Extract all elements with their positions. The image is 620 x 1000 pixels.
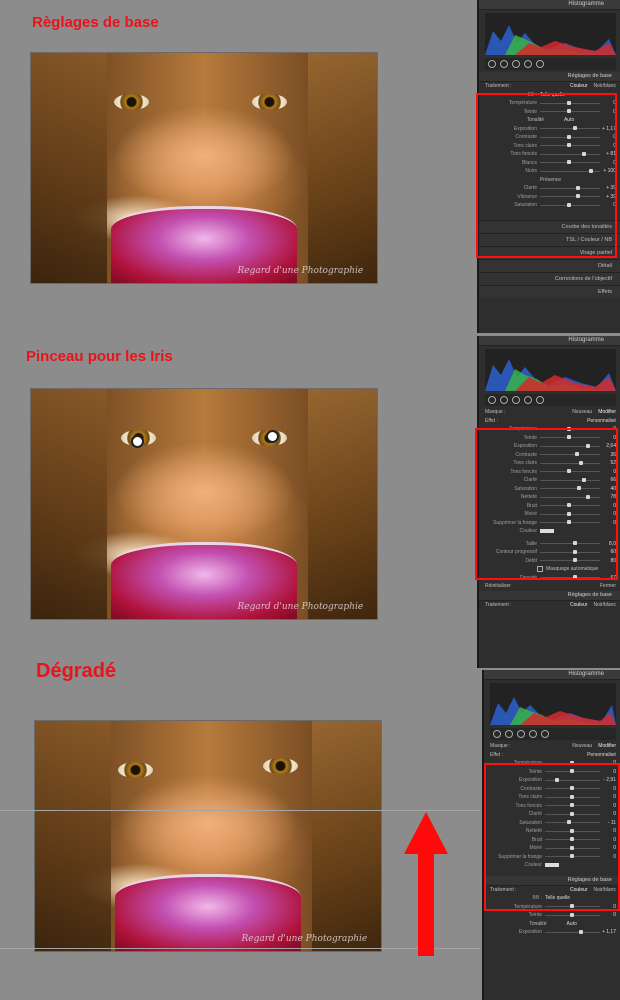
slider-thumb[interactable] <box>579 929 584 934</box>
photo-basic: Regard d'une Photographie <box>30 52 378 284</box>
arrow-up-icon <box>404 812 448 956</box>
mask-new[interactable]: Nouveau <box>572 743 592 749</box>
tone-row: Tonalité Auto <box>484 920 620 929</box>
reset-button[interactable]: Réinitialiser <box>485 582 511 591</box>
mask-label: Masque : <box>490 743 511 749</box>
photo-gradient: Regard d'une Photographie <box>34 720 382 952</box>
tone-label: Tonalité <box>529 920 547 927</box>
crop-tool-icon[interactable] <box>493 730 501 738</box>
redeye-tool-icon[interactable] <box>517 730 525 738</box>
basic-panel-title[interactable]: Réglages de base <box>479 590 620 601</box>
tool-strip <box>485 58 616 70</box>
histogram-graph <box>490 697 616 725</box>
treatment-bw[interactable]: Noir/blanc <box>593 83 616 89</box>
photo-signature: Regard d'une Photographie <box>241 934 368 945</box>
brush-footer: Réinitialiser Fermer <box>479 582 620 591</box>
effect-label: Effet : <box>485 417 498 424</box>
heading-gradient: Dégradé <box>36 660 117 682</box>
brush-tool-icon[interactable] <box>536 60 544 68</box>
treatment-bw[interactable]: Noir/blanc <box>593 602 616 608</box>
slider-label: Exposition <box>518 929 542 935</box>
mask-label: Masque : <box>485 409 506 415</box>
tool-strip <box>485 394 616 406</box>
histogram <box>490 683 616 725</box>
slider-track[interactable] <box>545 912 600 917</box>
collapsed-panel[interactable]: Effets <box>479 284 620 298</box>
mask-row: Masque : Nouveau Modifier <box>484 742 620 751</box>
left-eye <box>114 94 149 111</box>
effect-label: Effet : <box>490 751 503 758</box>
collapsed-panel[interactable]: Corrections de l'objectif <box>479 271 620 285</box>
treatment-row: Traitement : Couleur Noir/blanc <box>479 601 620 610</box>
mask-new[interactable]: Nouveau <box>572 409 592 415</box>
auto-button[interactable]: Auto <box>566 920 576 929</box>
treatment-label: Traitement : <box>485 601 512 608</box>
heading-iris-brush: Pinceau pour les Iris <box>26 348 173 365</box>
histogram-graph <box>485 359 616 391</box>
histogram-title: Histogramme <box>484 670 620 680</box>
histogram <box>485 349 616 391</box>
crop-tool-icon[interactable] <box>488 60 496 68</box>
mask-row: Masque : Nouveau Modifier <box>479 408 620 417</box>
spot-tool-icon[interactable] <box>500 396 508 404</box>
highlight-box-2 <box>475 428 618 580</box>
histogram-title: Histogramme <box>479 336 620 346</box>
exposure-row: Exposition + 1,17 <box>484 928 620 937</box>
crop-tool-icon[interactable] <box>488 396 496 404</box>
slider-track[interactable] <box>545 929 600 934</box>
highlight-box-1 <box>476 93 617 258</box>
slider-value: + 1,17 <box>601 929 616 935</box>
redeye-tool-icon[interactable] <box>512 60 520 68</box>
hair-left <box>31 53 108 283</box>
hair-right <box>307 389 377 619</box>
heading-basic-settings: Règlages de base <box>32 14 159 31</box>
spot-tool-icon[interactable] <box>500 60 508 68</box>
redeye-tool-icon[interactable] <box>512 396 520 404</box>
slider-row: Teinte 0 <box>484 911 620 920</box>
highlight-box-3 <box>484 763 620 911</box>
effect-row: Effet : Personnalisé <box>479 417 620 426</box>
gradient-tool-icon[interactable] <box>524 396 532 404</box>
hair-left <box>31 389 108 619</box>
histogram-title: Histogramme <box>479 0 620 10</box>
brush-tool-icon[interactable] <box>536 396 544 404</box>
slider-value: 0 <box>613 912 616 918</box>
gradient-tool-icon[interactable] <box>529 730 537 738</box>
photo-signature: Regard d'une Photographie <box>237 266 364 277</box>
treatment-color[interactable]: Couleur <box>570 602 588 608</box>
effect-select[interactable]: Personnalisé <box>587 751 616 760</box>
hair-left <box>35 721 112 951</box>
effect-select[interactable]: Personnalisé <box>587 417 616 426</box>
histogram-graph <box>485 25 616 55</box>
slider-thumb[interactable] <box>569 912 574 917</box>
brush-pin-left[interactable] <box>131 435 145 448</box>
brush-tool-icon[interactable] <box>541 730 549 738</box>
histogram <box>485 13 616 55</box>
right-eye <box>252 94 288 111</box>
basic-panel-title[interactable]: Réglages de base <box>479 72 620 82</box>
treatment-row: Traitement : Couleur Noir/blanc <box>479 82 620 91</box>
effect-row: Effet : Personnalisé <box>484 751 620 760</box>
photo-iris: Regard d'une Photographie <box>30 388 378 620</box>
mask-edit[interactable]: Modifier <box>598 743 616 749</box>
slider-label: Teinte <box>528 912 542 918</box>
tool-strip <box>490 728 616 740</box>
mask-edit[interactable]: Modifier <box>598 409 616 415</box>
gradient-pin[interactable] <box>0 0 5 5</box>
right-eye <box>263 757 298 774</box>
close-button[interactable]: Fermer <box>600 582 616 591</box>
treatment-label: Traitement : <box>485 83 512 89</box>
hair-right <box>311 721 381 951</box>
gradient-tool-icon[interactable] <box>524 60 532 68</box>
spot-tool-icon[interactable] <box>505 730 513 738</box>
collapsed-panel[interactable]: Détail <box>479 258 620 272</box>
treatment-color[interactable]: Couleur <box>570 83 588 89</box>
left-eye <box>118 762 153 779</box>
hair-right <box>307 53 377 283</box>
photo-signature: Regard d'une Photographie <box>237 602 364 613</box>
